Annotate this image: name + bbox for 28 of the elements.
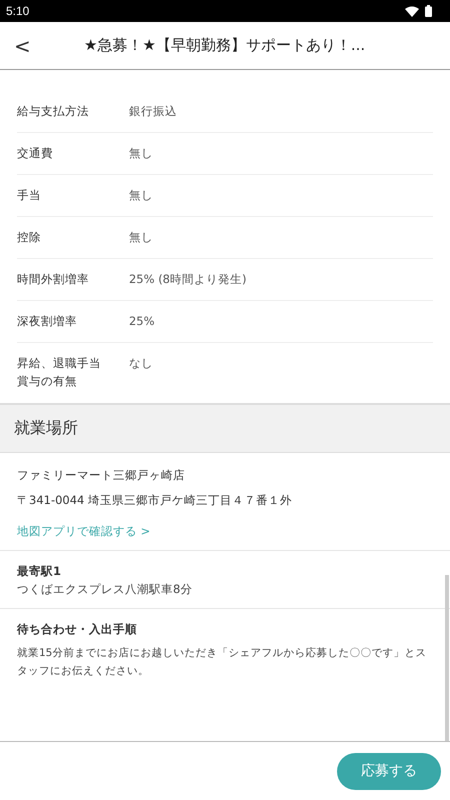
station-text: つくばエクスプレス八潮駅車8分 [17,581,194,598]
detail-value: 銀行振込 [128,103,177,120]
map-link[interactable]: 地図アプリで確認する > [17,522,433,540]
detail-label: 交通費 [17,145,54,162]
detail-value: 無し [128,229,153,246]
address: 〒341-0044 埼玉県三郷市戸ケ崎三丁目４７番１外 [17,492,294,509]
meeting-text: 就業15分前までにお店にお越しいただき「シェアフルから応募した〇〇です」とスタッフにお伝えください。 [17,646,428,679]
apply-button[interactable]: 応募する [337,752,441,790]
meeting-label: 待ち合わせ・入出手順 [17,621,138,638]
detail-label: 深夜割増率 [17,313,78,330]
detail-label: 控除 [17,229,42,246]
detail-value: 無し [128,187,153,204]
wifi-icon [405,6,419,16]
store-name: ファミリーマート三郷戸ヶ崎店 [17,467,186,484]
detail-value: 無し [128,145,153,162]
detail-value: 25% (8時間より発生) [128,271,246,288]
station-label: 最寄駅1 [17,563,62,580]
section-header: 就業場所 [0,403,450,453]
detail-label: 時間外割増率 [17,271,90,288]
detail-label: 昇給、退職手当賞与の有無 [17,355,102,390]
detail-label: 手当 [17,187,42,204]
status-time: 5:10 [6,4,30,18]
detail-value: 25% [128,313,155,330]
detail-label: 給与支払方法 [17,103,90,120]
back-button[interactable]: < [0,34,70,58]
detail-value: なし [128,355,153,372]
battery-icon [425,5,432,17]
page-title: ★急募！★【早朝勤務】サポートあり！... [84,36,366,55]
